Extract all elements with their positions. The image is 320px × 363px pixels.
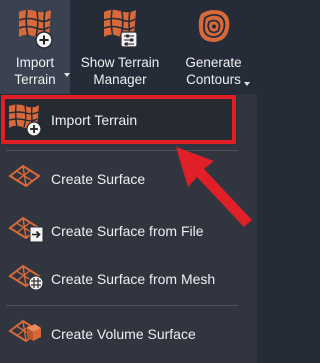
chevron-down-icon[interactable]: [64, 73, 70, 77]
import-terrain-label-line1: Import: [15, 55, 55, 70]
surface-icon: [7, 162, 45, 196]
generate-contours-label-line1: Generate: [185, 55, 242, 70]
import-terrain-label-line2: Terrain: [14, 72, 56, 87]
contours-icon: [194, 6, 234, 50]
show-terrain-manager-button[interactable]: Show Terrain Manager: [72, 0, 168, 94]
red-arrow-icon: [170, 131, 257, 231]
ribbon-panel: Import Terrain Show Terrain Manager Gene…: [0, 0, 257, 94]
chevron-down-icon[interactable]: [244, 82, 250, 86]
generate-contours-button[interactable]: Generate Contours: [170, 0, 257, 94]
menu-item-create-volume-surface[interactable]: Create Volume Surface: [0, 308, 240, 360]
surface-from-mesh-icon: [7, 262, 45, 296]
terrain-manager-icon: [100, 6, 140, 50]
show-terrain-manager-label-line2: Manager: [93, 72, 147, 87]
surface-from-file-icon: [7, 214, 45, 248]
import-terrain-ribbon-button[interactable]: Import Terrain: [0, 0, 70, 94]
menu-item-label: Create Volume Surface: [51, 326, 196, 342]
menu-divider: [6, 305, 238, 306]
menu-item-label: Create Surface from Mesh: [51, 271, 216, 287]
volume-surface-icon: [7, 317, 45, 351]
show-terrain-manager-label-line1: Show Terrain: [80, 55, 160, 70]
menu-item-create-surface-from-mesh[interactable]: Create Surface from Mesh: [0, 253, 240, 305]
generate-contours-label-line2: Contours: [186, 72, 241, 87]
terrain-import-icon: [15, 6, 55, 50]
menu-item-label: Create Surface: [51, 171, 146, 187]
